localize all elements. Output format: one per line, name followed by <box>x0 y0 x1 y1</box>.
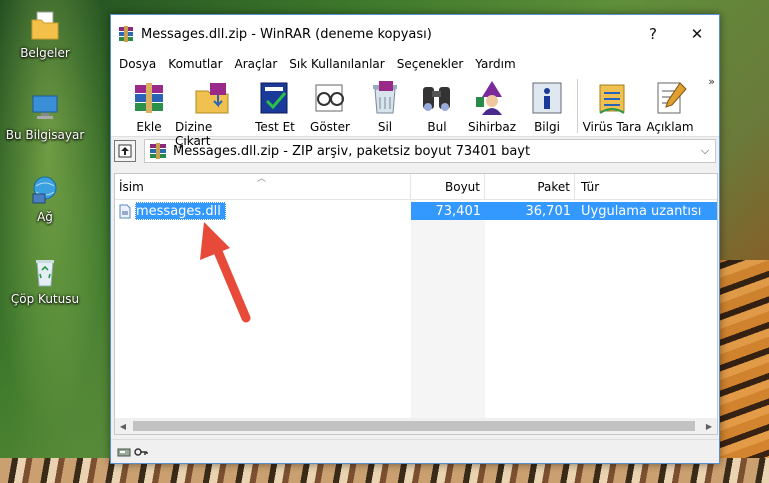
recycle-bin-icon <box>36 260 54 287</box>
dll-file-icon <box>119 204 131 218</box>
size-column-band <box>411 220 485 418</box>
file-type: Uygulama uzantısı <box>575 202 717 220</box>
computer-icon <box>32 95 58 119</box>
menu-options[interactable]: Seçenekler <box>391 57 470 71</box>
window-title: Messages.dll.zip - WinRAR (deneme kopyas… <box>141 26 432 42</box>
toolbar-add-button[interactable]: Ekle <box>123 79 175 134</box>
toolbar-virus-scan-button[interactable]: Virüs Tara <box>582 79 642 134</box>
toolbar-delete-button[interactable]: Sil <box>359 79 411 134</box>
file-size: 73,401 <box>411 202 485 220</box>
menu-bar: Dosya Komutlar Araçlar Sık Kullanılanlar… <box>111 53 719 75</box>
chevron-down-icon[interactable]: ⌵ <box>695 144 715 158</box>
status-bar <box>111 439 719 463</box>
scroll-right-icon[interactable]: ▶ <box>701 418 717 434</box>
toolbar-extract-button[interactable]: Dizine Çıkart <box>175 79 249 148</box>
winrar-app-icon <box>119 26 133 42</box>
menu-favorites[interactable]: Sık Kullanılanlar <box>283 57 390 71</box>
column-packed[interactable]: Paket <box>485 174 575 200</box>
wizard-icon <box>476 81 502 115</box>
annotation-arrow <box>200 222 251 323</box>
up-folder-button[interactable] <box>114 140 136 162</box>
sort-ascending-icon: ︿ <box>257 174 267 184</box>
toolbar-find-button[interactable]: Bul <box>411 79 463 134</box>
key-icon[interactable] <box>134 446 148 458</box>
menu-commands[interactable]: Komutlar <box>162 57 228 71</box>
scrollbar-thumb[interactable] <box>133 421 695 431</box>
desktop-icon-this-pc[interactable]: Bu Bilgisayar <box>0 92 90 142</box>
help-button[interactable]: ? <box>631 15 675 53</box>
scroll-left-icon[interactable]: ◀ <box>115 418 131 434</box>
info-icon <box>532 82 562 114</box>
find-icon <box>423 87 450 111</box>
up-arrow-icon <box>118 144 132 158</box>
menu-help[interactable]: Yardım <box>469 57 521 71</box>
desktop-icon-documents[interactable]: Belgeler <box>0 10 90 60</box>
desktop-icon-network[interactable]: Ağ <box>0 174 90 224</box>
comment-icon <box>657 82 687 114</box>
file-list-header: ︿ İsim Boyut Paket Tür <box>115 174 717 200</box>
menu-file[interactable]: Dosya <box>113 57 162 71</box>
desktop-icon-label: Ağ <box>37 210 53 224</box>
column-type[interactable]: Tür <box>575 174 717 200</box>
close-button[interactable]: ✕ <box>675 15 719 53</box>
toolbar-separator <box>577 79 578 133</box>
drive-icon[interactable] <box>117 446 131 458</box>
toolbar-overflow-chevron-icon[interactable]: » <box>708 75 715 88</box>
desktop-icon-label: Belgeler <box>20 46 70 60</box>
folder-icon <box>31 11 59 40</box>
extract-to-icon <box>195 83 229 114</box>
add-archive-icon <box>135 83 163 113</box>
desktop-icon-recycle-bin[interactable]: Çöp Kutusu <box>0 256 90 306</box>
title-bar[interactable]: Messages.dll.zip - WinRAR (deneme kopyas… <box>111 15 719 53</box>
file-packed-size: 36,701 <box>485 202 575 220</box>
menu-tools[interactable]: Araçlar <box>229 57 284 71</box>
delete-icon <box>373 81 397 114</box>
network-icon <box>32 176 57 204</box>
toolbar: Ekle Dizine Çıkart Test Et Göster Sil Bu… <box>111 75 719 148</box>
toolbar-comment-button[interactable]: Açıklam <box>642 79 698 134</box>
view-icon <box>315 84 344 112</box>
desktop-icon-label: Bu Bilgisayar <box>5 128 85 142</box>
toolbar-wizard-button[interactable]: Sihirbaz <box>463 79 521 134</box>
toolbar-view-button[interactable]: Göster <box>301 79 359 134</box>
wallpaper-foliage <box>0 0 120 483</box>
toolbar-test-button[interactable]: Test Et <box>249 79 301 134</box>
virus-scan-icon <box>599 84 625 114</box>
horizontal-scrollbar[interactable]: ◀ ▶ <box>115 418 717 434</box>
desktop-icon-label: Çöp Kutusu <box>10 292 80 306</box>
column-size[interactable]: Boyut <box>411 174 485 200</box>
test-icon <box>260 82 288 114</box>
toolbar-info-button[interactable]: Bilgi <box>521 79 573 134</box>
archive-path-text: Messages.dll.zip - ZIP arşiv, paketsiz b… <box>173 143 531 159</box>
archive-icon <box>150 143 166 159</box>
